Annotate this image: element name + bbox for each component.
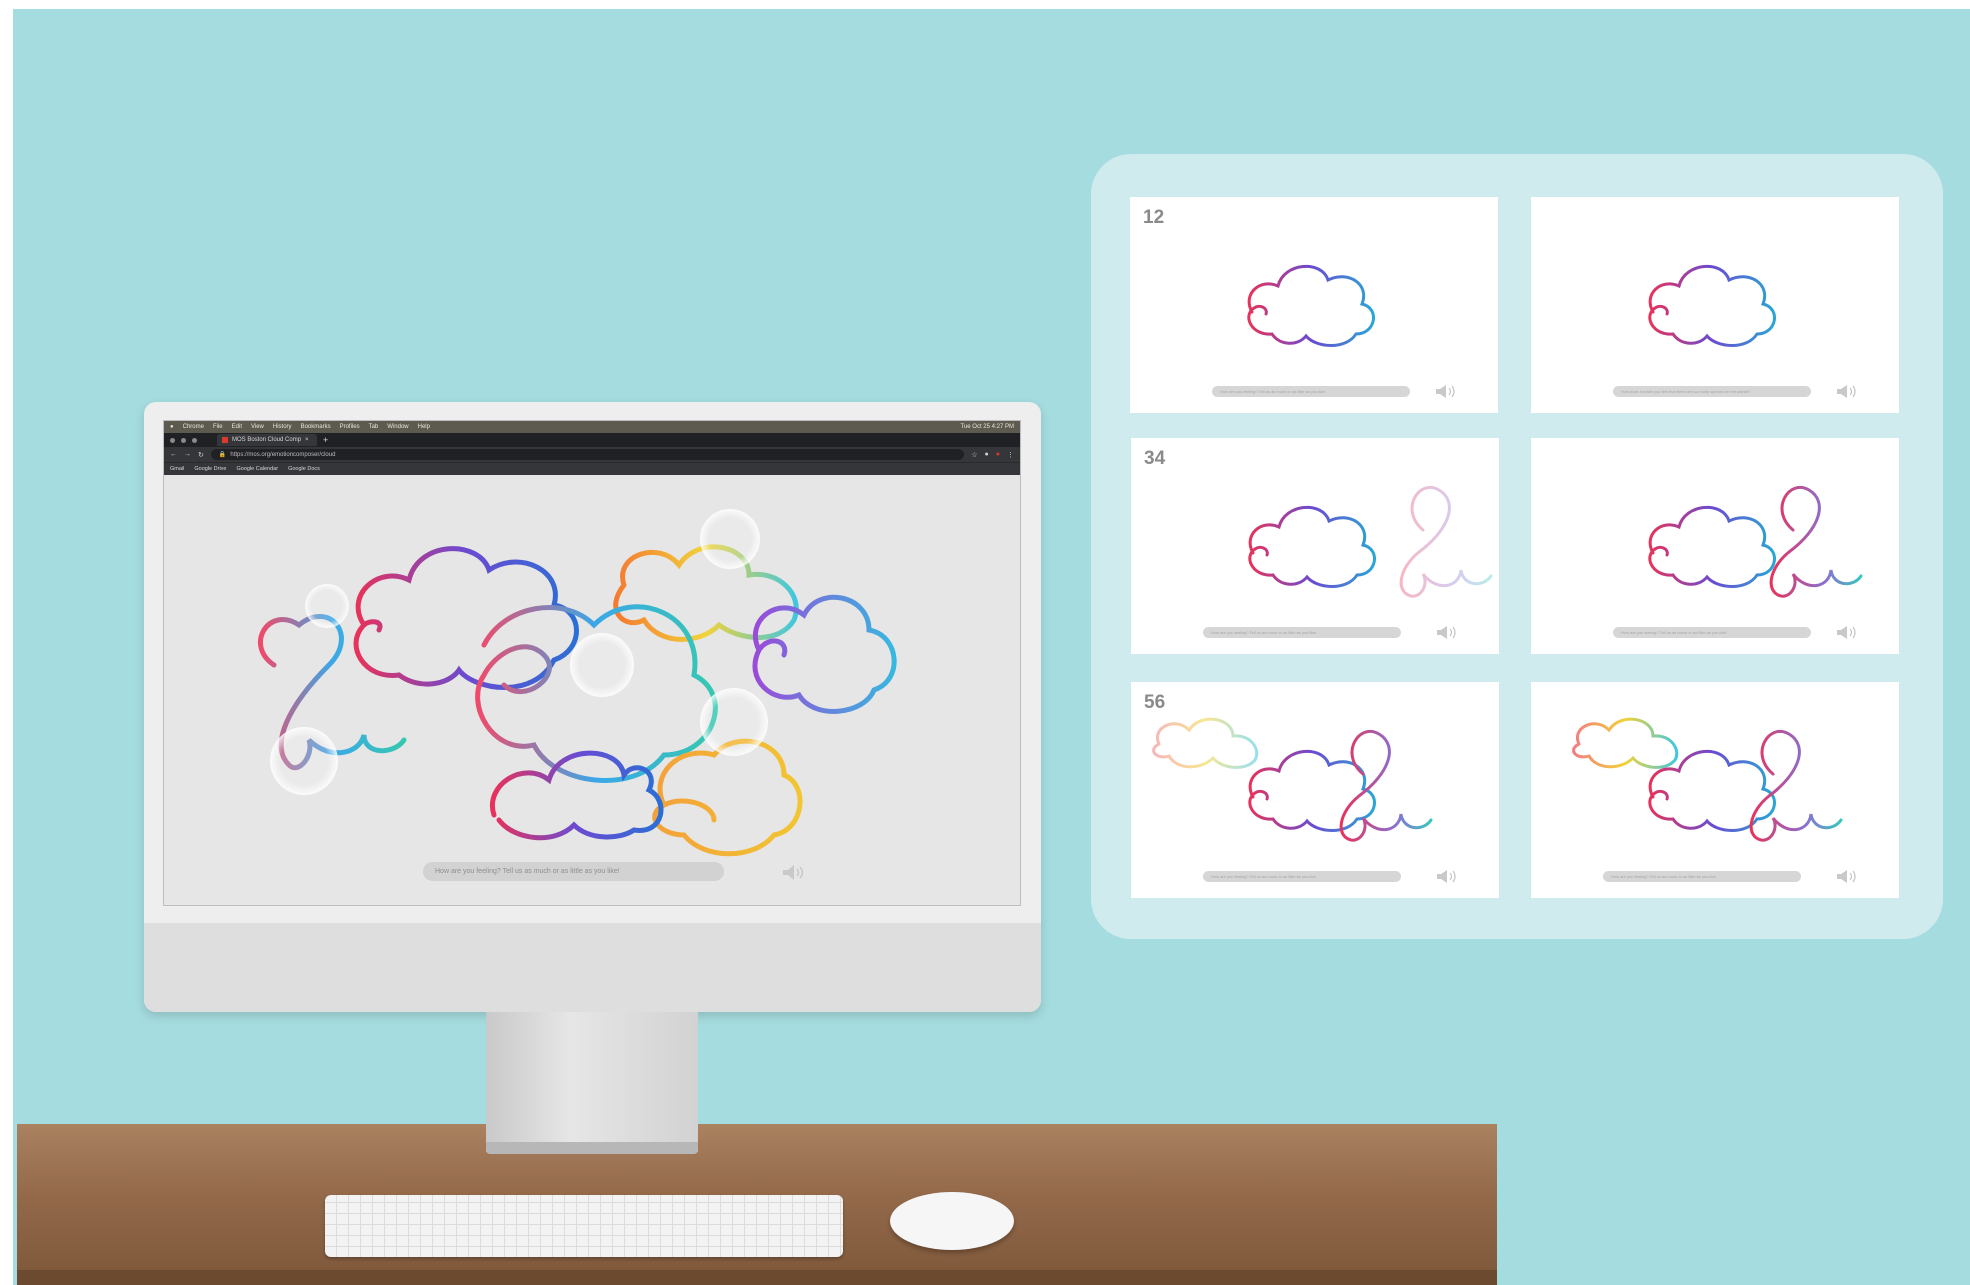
- storyboard-frame: How does it make you feel that there are…: [1531, 197, 1899, 413]
- close-tab-icon[interactable]: ×: [305, 437, 309, 443]
- apple-icon[interactable]: ●: [170, 424, 174, 430]
- bookmark-google-drive[interactable]: Google Drive: [194, 466, 226, 472]
- frame-cloud-art: [1648, 265, 1776, 347]
- extensions-icon[interactable]: ●: [985, 451, 989, 458]
- frame-speaker-icon: [1837, 870, 1856, 883]
- cloud-composer-page: How are you feeling? Tell us as much or …: [164, 475, 1020, 905]
- menu-window[interactable]: Window: [387, 424, 408, 430]
- address-bar-row: ← → ↻ 🔒 https://mos.org/emotioncomposer/…: [164, 447, 1020, 462]
- frame-speaker-icon: [1837, 626, 1856, 639]
- frame-number: 56: [1144, 692, 1166, 713]
- storyboard-frame: How are you feeling? Tell us as much or …: [1531, 682, 1899, 898]
- clock: Tue Oct 25 4:27 PM: [960, 424, 1014, 430]
- frame-speaker-icon: [1436, 385, 1455, 398]
- more-menu-icon[interactable]: ⋮: [1007, 451, 1014, 459]
- tab-title: MOS Boston Cloud Comp: [232, 437, 302, 443]
- menu-edit[interactable]: Edit: [232, 424, 242, 430]
- zoom-window-button[interactable]: [192, 437, 197, 443]
- bookmark-google-calendar[interactable]: Google Calendar: [236, 466, 278, 472]
- monitor-stand: [486, 1012, 698, 1152]
- url-text: https://mos.org/emotioncomposer/cloud: [230, 451, 336, 458]
- cloud-drawings: [258, 544, 897, 857]
- reload-icon[interactable]: ↻: [198, 451, 204, 459]
- monitor-screen: ● Chrome File Edit View History Bookmark…: [163, 420, 1021, 906]
- menu-chrome[interactable]: Chrome: [183, 424, 204, 430]
- cloud-orange-bottom: [652, 738, 803, 857]
- frame-prompt-field: How are you feeling? Tell us as much or …: [1603, 871, 1801, 882]
- cloud-canvas[interactable]: [164, 475, 1020, 905]
- menu-file[interactable]: File: [213, 424, 223, 430]
- speaker-icon[interactable]: [781, 864, 805, 881]
- bookmark-google-docs[interactable]: Google Docs: [288, 466, 320, 472]
- frame-prompt-field: How are you feeling? Tell us as much or …: [1203, 871, 1401, 882]
- favicon-icon: [222, 437, 228, 443]
- menu-history[interactable]: History: [273, 424, 292, 430]
- frame-cloud-art: [1248, 486, 1493, 598]
- frame-number: 12: [1143, 207, 1165, 228]
- storyboard-frame: How are you feeling? Tell us as much or …: [1531, 438, 1899, 654]
- cloud-purple-right: [752, 594, 897, 714]
- frame-cloud-art: [1247, 265, 1375, 347]
- cloud-blue-pink: [353, 546, 579, 690]
- feeling-input[interactable]: How are you feeling? Tell us as much or …: [423, 862, 724, 881]
- storyboard-frame: 56 How are you feeling? Tell us as much …: [1131, 682, 1499, 898]
- frame-prompt-field: How does it make you feel that there are…: [1613, 386, 1811, 397]
- frame-prompt-field: How are you feeling? Tell us as much or …: [1212, 386, 1410, 397]
- menu-profiles[interactable]: Profiles: [340, 424, 360, 430]
- minimize-window-button[interactable]: [181, 437, 186, 443]
- star-icon[interactable]: ☆: [971, 451, 977, 459]
- frame-speaker-icon: [1437, 870, 1456, 883]
- back-icon[interactable]: ←: [170, 451, 177, 458]
- frame-prompt-field: How are you feeling? Tell us as much or …: [1613, 627, 1811, 638]
- storyboard-frame: 12 How are you feeling? Tell us as much …: [1130, 197, 1498, 413]
- frame-cloud-art: [1152, 717, 1433, 842]
- frame-speaker-icon: [1437, 626, 1456, 639]
- cloud-rainbow-top: [613, 544, 799, 642]
- keyboard: [325, 1195, 843, 1257]
- profile-icon[interactable]: ●: [996, 451, 1000, 458]
- browser-tab-bar: MOS Boston Cloud Comp × +: [164, 433, 1020, 447]
- bookmark-gmail[interactable]: Gmail: [170, 466, 184, 472]
- close-window-button[interactable]: [170, 437, 175, 443]
- frame-cloud-art: [1572, 717, 1843, 842]
- menu-help[interactable]: Help: [418, 424, 430, 430]
- lock-icon: 🔒: [218, 452, 227, 458]
- frame-prompt-field: How are you feeling? Tell us as much or …: [1203, 627, 1401, 638]
- cloud-red-bottom: [489, 750, 664, 841]
- frame-speaker-icon: [1837, 385, 1856, 398]
- menu-bookmarks[interactable]: Bookmarks: [301, 424, 331, 430]
- storyboard-frame: 34 How are you feeling? Tell us as much …: [1131, 438, 1499, 654]
- new-tab-button[interactable]: +: [323, 435, 328, 445]
- menu-view[interactable]: View: [251, 424, 264, 430]
- frame-number: 34: [1144, 448, 1166, 469]
- bookmarks-bar: Gmail Google Drive Google Calendar Googl…: [164, 462, 1020, 475]
- forward-icon[interactable]: →: [184, 451, 191, 458]
- monitor-stand-foot: [486, 1142, 698, 1154]
- frame-cloud-art: [1648, 486, 1863, 598]
- os-menubar: ● Chrome File Edit View History Bookmark…: [164, 421, 1020, 433]
- monitor-chin: [144, 923, 1041, 1012]
- desk-edge: [17, 1270, 1497, 1285]
- menu-tab[interactable]: Tab: [369, 424, 379, 430]
- url-field[interactable]: 🔒 https://mos.org/emotioncomposer/cloud: [210, 449, 965, 460]
- browser-tab[interactable]: MOS Boston Cloud Comp ×: [217, 434, 317, 446]
- mouse: [890, 1192, 1014, 1250]
